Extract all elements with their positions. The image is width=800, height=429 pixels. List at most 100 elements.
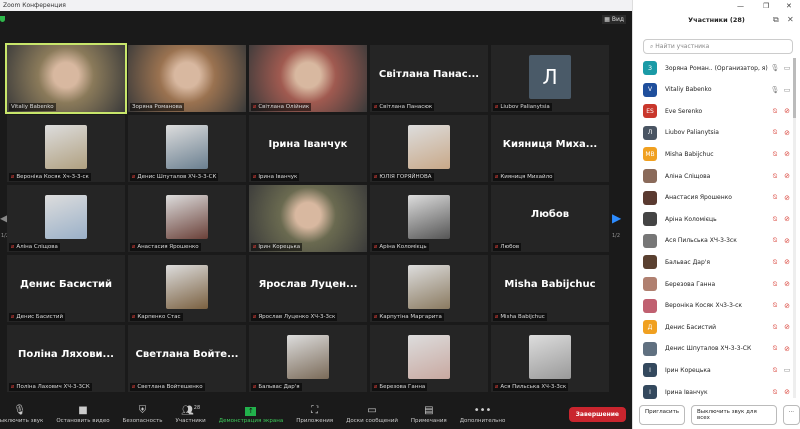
video-tile[interactable]: ⌀ Ася Пильська ХЧ-3-3ск bbox=[491, 325, 609, 392]
mic-muted-icon[interactable]: ⍉ bbox=[769, 258, 781, 267]
mic-muted-icon[interactable]: ⍉ bbox=[769, 150, 781, 159]
mic-muted-icon[interactable]: ⍉ bbox=[769, 215, 781, 224]
camera-off-icon[interactable]: ⊘ bbox=[781, 237, 793, 245]
video-tile[interactable]: ⌀ Світлана Олійник bbox=[249, 45, 367, 112]
camera-off-icon[interactable]: ⊘ bbox=[781, 215, 793, 223]
toolbar-button-microphone[interactable]: 🎙︎ Выключить звук bbox=[0, 405, 43, 424]
participant-row[interactable]: Аріна Коломієць ⍉ ⊘ bbox=[643, 209, 793, 229]
profile-picture bbox=[45, 125, 87, 169]
popout-icon[interactable]: ⧉ bbox=[773, 15, 779, 25]
camera-off-icon[interactable]: ⊘ bbox=[781, 388, 793, 396]
window-close-icon[interactable]: ✕ bbox=[786, 2, 792, 10]
video-tile[interactable]: Ярослав Луцен... ⌀ Ярослав Луценко ХЧ-3-3с… bbox=[249, 255, 367, 322]
mic-muted-icon[interactable]: ⍉ bbox=[769, 236, 781, 245]
video-tile[interactable]: Зоряна Романова bbox=[128, 45, 246, 112]
toolbar-button-shield[interactable]: ⛨ Безопасность bbox=[123, 405, 163, 424]
toolbar-button-whiteboard[interactable]: ▭ Доски сообщений bbox=[346, 405, 398, 424]
toolbar-button-more[interactable]: ••• Дополнительно bbox=[460, 405, 506, 424]
panel-close-icon[interactable]: ✕ bbox=[787, 15, 794, 24]
more-options-button[interactable]: ··· bbox=[782, 405, 800, 425]
participant-row[interactable]: ES Eve Serenko ⍉ ⊘ bbox=[643, 101, 793, 121]
video-tile[interactable]: ⌀ Карпутіна Маргарита bbox=[370, 255, 488, 322]
video-tile[interactable]: ⌀ Ірин Корецька bbox=[249, 185, 367, 252]
video-tile[interactable]: ⌀ Анастасия Ярошенко bbox=[128, 185, 246, 252]
video-tile[interactable]: ⌀ Березова Ганна bbox=[370, 325, 488, 392]
microphone-icon[interactable]: 🎙︎ bbox=[769, 86, 781, 94]
avatar bbox=[643, 169, 657, 183]
video-tile[interactable]: Светлана Войте... ⌀ Светлана Войтешенко bbox=[128, 325, 246, 392]
toolbar-button-participants[interactable]: 👥︎28 Участники bbox=[175, 405, 205, 424]
participant-row[interactable]: З Зоряна Роман.. (Организатор, я) 🎙︎ ▭ bbox=[643, 58, 793, 78]
participant-row[interactable]: Бальвас Дар'я ⍉ ⊘ bbox=[643, 252, 793, 272]
camera-off-icon[interactable]: ⊘ bbox=[781, 258, 793, 266]
participant-row[interactable]: V Vitaliy Babenko 🎙︎ ▭ bbox=[643, 80, 793, 100]
participant-search-input[interactable]: ⌕ Найти участника bbox=[643, 39, 793, 54]
participant-row[interactable]: І Ірин Корецька ⍉ ▭ bbox=[643, 360, 793, 380]
mic-muted-icon[interactable]: ⍉ bbox=[769, 280, 781, 289]
view-button[interactable]: ▦ Вид bbox=[602, 15, 626, 24]
camera-off-icon[interactable]: ⊘ bbox=[781, 302, 793, 310]
camera-off-icon[interactable]: ⊘ bbox=[781, 150, 793, 158]
participant-list-scrollbar[interactable] bbox=[793, 58, 796, 398]
participant-row[interactable]: Анастасия Ярошенко ⍉ ⊘ bbox=[643, 188, 793, 208]
video-tile[interactable]: Ірина Іванчук ⌀ Ірина Іванчук bbox=[249, 115, 367, 182]
camera-off-icon[interactable]: ⊘ bbox=[781, 172, 793, 180]
video-tile[interactable]: Денис Басистий ⌀ Денис Басистий bbox=[7, 255, 125, 322]
camera-off-icon[interactable]: ⊘ bbox=[781, 323, 793, 331]
participant-row[interactable]: І Ірина Іванчук ⍉ ⊘ bbox=[643, 382, 793, 402]
camera-icon[interactable]: ▭ bbox=[781, 86, 793, 94]
participant-row[interactable]: Березова Ганна ⍉ ⊘ bbox=[643, 274, 793, 294]
end-meeting-button[interactable]: Завершение bbox=[568, 407, 626, 422]
toolbar-button-share-screen[interactable]: ↑ Демонстрация экрана bbox=[219, 405, 283, 424]
toolbar-button-notes[interactable]: ▤ Примечания bbox=[411, 405, 447, 424]
video-tile[interactable]: ⌀ ЮЛІЯ ГОРЯЙНОВА bbox=[370, 115, 488, 182]
camera-off-icon[interactable]: ⊘ bbox=[781, 129, 793, 137]
next-page-arrow-icon[interactable]: ▶ bbox=[612, 211, 621, 225]
participant-video bbox=[7, 45, 125, 112]
video-tile[interactable]: Світлана Панас... ⌀ Світлана Панасюк bbox=[370, 45, 488, 112]
camera-off-icon[interactable]: ⊘ bbox=[781, 107, 793, 115]
video-tile[interactable]: ⌀ Денис Шпуталов ХЧ-3-3-СК bbox=[128, 115, 246, 182]
video-tile[interactable]: ⌀ Аріна Коломієць bbox=[370, 185, 488, 252]
mic-muted-icon[interactable]: ⍉ bbox=[769, 323, 781, 332]
video-tile[interactable]: Кияниця Миха... ⌀ Кияниця Михайло bbox=[491, 115, 609, 182]
minimize-icon[interactable]: — bbox=[737, 2, 744, 10]
camera-icon[interactable]: ▭ bbox=[781, 64, 793, 72]
toolbar-button-video-camera[interactable]: ■ Остановить видео bbox=[56, 405, 109, 424]
participant-row[interactable]: Ася Пильська ХЧ-3-3ск ⍉ ⊘ bbox=[643, 231, 793, 251]
participant-row[interactable]: MB Misha Babijchuc ⍉ ⊘ bbox=[643, 144, 793, 164]
mic-muted-icon[interactable]: ⍉ bbox=[769, 193, 781, 202]
invite-button[interactable]: Пригласить bbox=[639, 405, 686, 425]
video-tile[interactable]: ⌀ Аліна Сліщова bbox=[7, 185, 125, 252]
camera-off-icon[interactable]: ⊘ bbox=[781, 280, 793, 288]
participant-row[interactable]: Вероніка Косяк Хч3-3-ск ⍉ ⊘ bbox=[643, 296, 793, 316]
video-tile[interactable]: Л ⌀ Liubov Palianytsia bbox=[491, 45, 609, 112]
mic-muted-icon[interactable]: ⍉ bbox=[769, 128, 781, 137]
video-tile[interactable]: ⌀ Вероніка Косяк Хч-3-3-ск bbox=[7, 115, 125, 182]
toolbar-button-apps[interactable]: ⛶ Приложения bbox=[296, 405, 333, 424]
participant-row[interactable]: Денис Шпуталов ХЧ-3-3-СК ⍉ ⊘ bbox=[643, 339, 793, 359]
video-tile[interactable]: Поліна Ляхови... ⌀ Поліна Лахович ХЧ-3-3СК bbox=[7, 325, 125, 392]
mic-muted-icon[interactable]: ⍉ bbox=[769, 172, 781, 181]
mic-muted-icon[interactable]: ⍉ bbox=[769, 107, 781, 116]
participant-row[interactable]: Д Денис Басистий ⍉ ⊘ bbox=[643, 317, 793, 337]
view-label: Вид bbox=[611, 16, 624, 23]
camera-off-icon[interactable]: ⊘ bbox=[781, 194, 793, 202]
mic-muted-icon[interactable]: ⍉ bbox=[769, 301, 781, 310]
video-tile[interactable]: Vitaliy Babenko bbox=[5, 43, 127, 114]
mic-muted-icon[interactable]: ⍉ bbox=[769, 344, 781, 353]
video-tile[interactable]: ⌀ Бальвас Дар'я bbox=[249, 325, 367, 392]
participant-row[interactable]: Л Liubov Palianytsia ⍉ ⊘ bbox=[643, 123, 793, 143]
mic-muted-icon[interactable]: ⍉ bbox=[769, 366, 781, 375]
video-tile[interactable]: Misha Babijchuc ⌀ Misha Babijchuc bbox=[491, 255, 609, 322]
mute-all-button[interactable]: Выключить звук для всех bbox=[691, 405, 777, 425]
restore-icon[interactable]: ❐ bbox=[763, 2, 769, 10]
mic-muted-icon[interactable]: ⍉ bbox=[769, 388, 781, 397]
microphone-icon[interactable]: 🎙︎ bbox=[769, 64, 781, 72]
camera-off-icon[interactable]: ⊘ bbox=[781, 345, 793, 353]
camera-icon[interactable]: ▭ bbox=[781, 366, 793, 374]
participant-name: Liubov Palianytsia bbox=[500, 104, 550, 110]
video-tile[interactable]: ⌀ Карпенко Стас bbox=[128, 255, 246, 322]
video-tile[interactable]: Любов ⌀ Любов bbox=[491, 185, 609, 252]
participant-row[interactable]: Аліна Сліщова ⍉ ⊘ bbox=[643, 166, 793, 186]
